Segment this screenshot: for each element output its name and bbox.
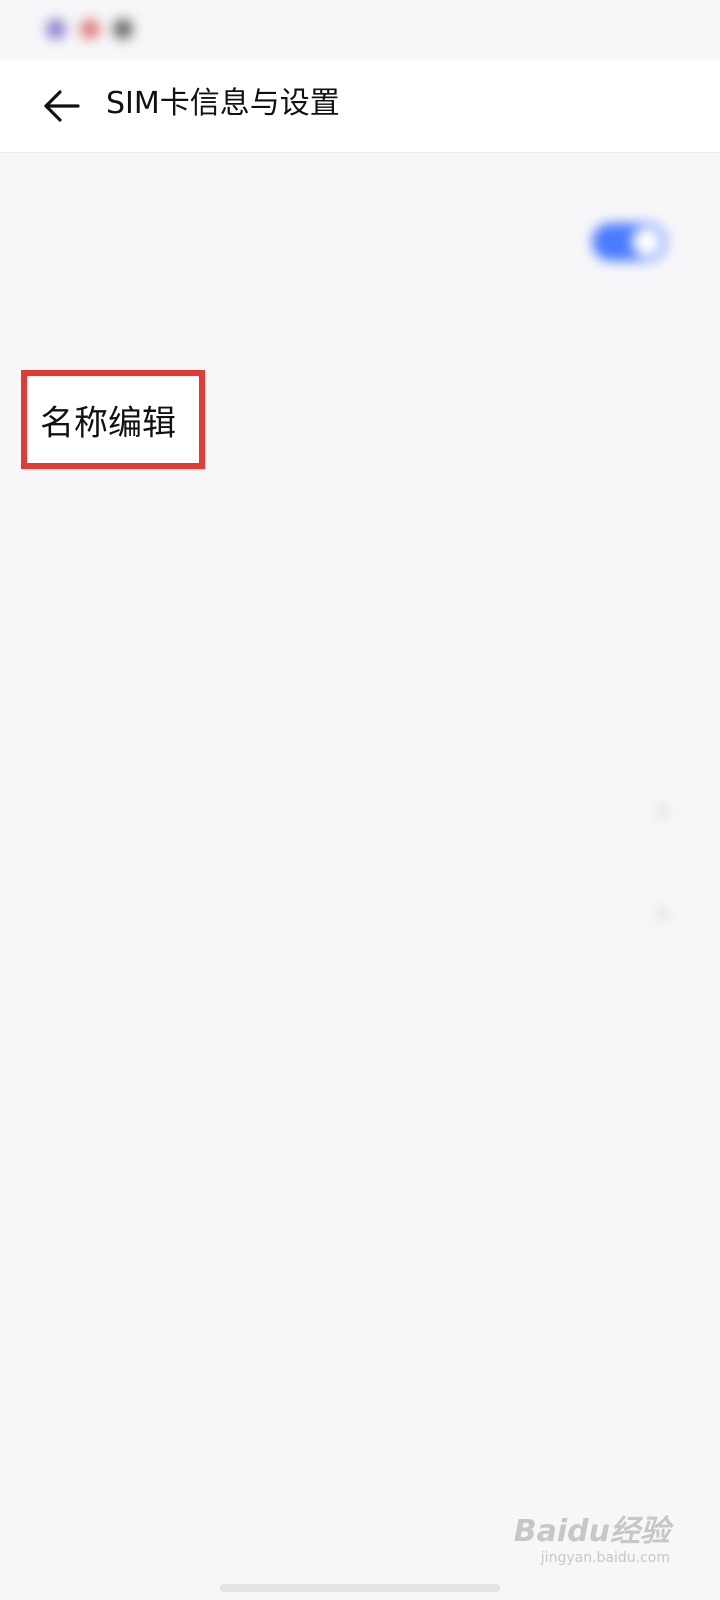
watermark-url: jingyan.baidu.com — [540, 1550, 670, 1566]
operator-row[interactable]: › — [0, 760, 720, 860]
notification-icon — [113, 19, 134, 39]
data-roaming-row[interactable] — [0, 658, 720, 758]
status-bar — [0, 0, 720, 60]
enable-sim-toggle[interactable] — [592, 223, 666, 261]
highlight-box[interactable]: 名称编辑 — [21, 370, 205, 469]
status-left — [40, 14, 134, 42]
enable-sim-row[interactable] — [0, 192, 720, 292]
watermark-logo: Baidu经验 — [513, 1514, 670, 1549]
name-edit-label: 名称编辑 — [40, 403, 176, 443]
chevron-right-icon: › — [656, 895, 668, 929]
baidu-watermark: Baidu经验 jingyan.baidu.com — [514, 1506, 670, 1566]
page-title: SIM卡信息与设置 — [106, 86, 340, 121]
sim-number-row[interactable] — [0, 476, 720, 576]
notification-icon — [79, 19, 100, 39]
toggle-knob — [632, 227, 662, 257]
notification-icon — [46, 19, 66, 39]
app-header: SIM卡信息与设置 — [0, 60, 720, 153]
home-indicator[interactable] — [220, 1584, 500, 1592]
arrow-left-icon[interactable] — [40, 84, 84, 128]
chevron-right-icon: › — [656, 793, 668, 827]
apn-row[interactable]: › — [0, 862, 720, 962]
